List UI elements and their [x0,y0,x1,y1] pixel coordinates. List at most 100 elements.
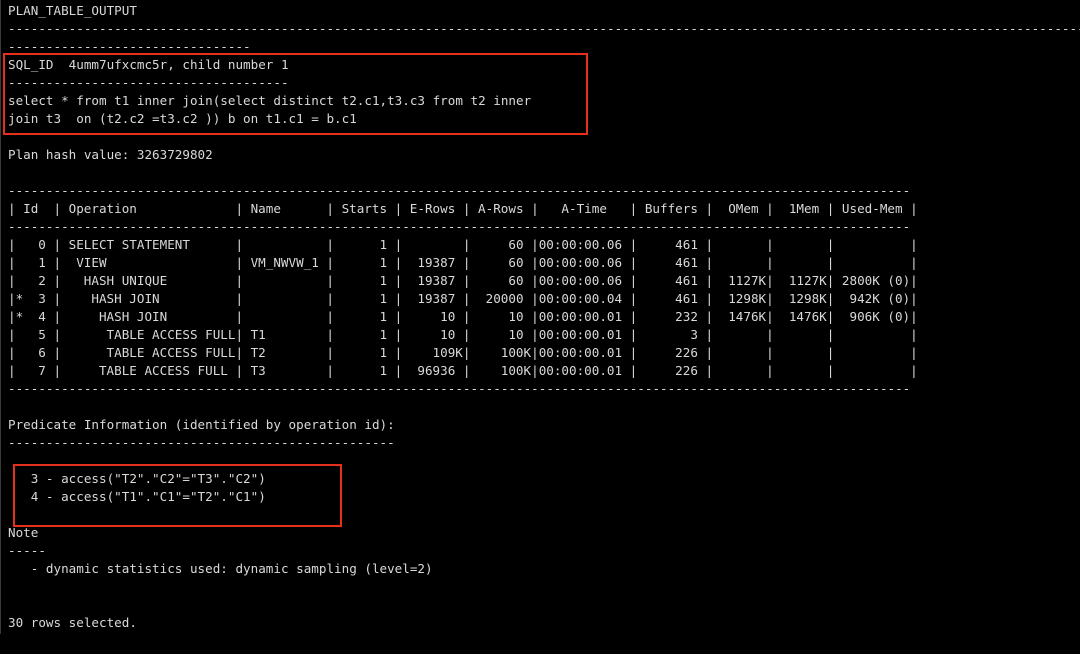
cell-a-rows: 20000 [485,291,524,306]
column-divider: | [326,363,334,378]
plan-table-body: | 0 | SELECT STATEMENT | | 1 | | 60 |00:00:00.06 | 4… [8,236,1080,380]
cell-a-time: 00:00:00.04 [538,291,623,306]
separator: -------------------------------- [8,39,251,54]
column-divider: | [326,309,334,324]
column-divider: | [766,273,774,288]
column-divider: | [394,327,403,342]
column-header-a-rows: A-Rows [478,201,524,216]
cell-omem: 1127K [728,273,767,288]
column-divider: | [826,201,835,216]
operation-id: 1 [38,255,46,270]
operation-id: 4 [38,309,46,324]
cell-e-rows: 10 [440,309,456,324]
column-header-starts: Starts [341,201,388,216]
column-divider: | [462,327,471,342]
column-divider: | [235,363,244,378]
cell-a-rows: 100K [500,345,532,360]
column-header-id: Id [23,201,39,216]
column-divider: | [629,273,638,288]
cell-buffers: 232 [675,309,698,324]
column-divider: | [235,309,244,324]
column-divider: | [394,255,403,270]
column-divider: | [766,345,774,360]
cell-a-time: 00:00:00.06 [538,255,623,270]
column-divider: | [53,237,62,252]
column-divider: | [531,273,539,288]
column-divider: | [394,291,403,306]
cell-a-time: 00:00:00.01 [538,327,623,342]
column-divider: | [910,309,918,324]
column-divider: | [766,363,774,378]
column-divider: | [826,273,835,288]
separator: ----------------------------------------… [8,435,395,450]
column-divider: | [8,291,16,306]
sql-query-line: select * from t1 inner join(select disti… [8,93,532,108]
cell-e-rows: 10 [440,327,456,342]
column-divider: | [910,345,918,360]
separator: ----------------------------------------… [8,21,1080,36]
plan-hash-value: Plan hash value: 3263729802 [8,147,213,162]
column-divider: | [826,291,835,306]
cell-operation: TABLE ACCESS FULL [98,363,228,378]
table-row: | 2 | HASH UNIQUE | | 1 | 19387 | 60 |00:00:00.06 | 4… [8,272,1080,290]
column-divider: | [826,363,835,378]
predicate-item: 4 - access("T1"."C1"="T2"."C1") [8,489,266,504]
table-row: | 1 | VIEW | VM_NWVW_1 | 1 | 19387 | 60 |00:00:00.06… [8,254,1080,272]
column-divider: | [531,237,539,252]
cell-used-mem: 2800K (0) [841,273,911,288]
operation-id: 7 [38,363,46,378]
column-divider: | [462,291,471,306]
column-divider: | [629,327,638,342]
cell-name: T2 [250,345,266,360]
cell-e-rows: 96936 [417,363,456,378]
column-divider: | [531,345,539,360]
cell-name: T1 [250,327,266,342]
column-divider: | [326,273,334,288]
column-divider: | [235,327,244,342]
table-row: | 6 | TABLE ACCESS FULL| T2 | 1 | 109K| 100K|00:0… [8,344,1080,362]
cell-buffers: 3 [690,327,698,342]
cell-id: 0 [16,236,54,254]
column-divider: | [705,363,714,378]
cell-name: T3 [250,363,266,378]
column-divider: | [235,201,244,216]
table-row: |* 4 | HASH JOIN | | 1 | 10 | 10 |00:00:00.01 | 232 | 1… [8,308,1080,326]
cell-buffers: 461 [675,255,698,270]
cell-e-rows: 19387 [417,273,456,288]
cell-a-time: 00:00:00.06 [538,273,623,288]
terminal-output[interactable]: PLAN_TABLE_OUTPUT -----------------------… [0,0,1080,634]
cell-buffers: 461 [675,237,698,252]
column-divider: | [629,363,638,378]
column-divider: | [8,237,16,252]
table-separator: ----------------------------------------… [8,381,911,396]
cell-starts: 1 [379,363,388,378]
column-header-operation: Operation [68,201,137,216]
separator: ------------------------------------- [8,75,289,90]
column-divider: | [53,345,62,360]
column-divider: | [8,201,16,216]
sql-id-line: SQL_ID 4umm7ufxcmc5r, child number 1 [8,57,289,72]
column-divider: | [766,237,774,252]
column-divider: | [705,345,714,360]
column-divider: | [394,345,403,360]
column-divider: | [462,201,471,216]
column-divider: | [705,237,714,252]
column-header-used-mem: Used-Mem [841,201,903,216]
plan-table-header: | Id | Operation | Name | Starts | E-Rows | A-Rows |… [8,200,1080,218]
cell-e-rows: 19387 [417,291,456,306]
cell-id: 7 [16,362,54,380]
column-divider: | [531,291,539,306]
note-item: - dynamic statistics used: dynamic sampl… [8,561,433,576]
table-row: | 0 | SELECT STATEMENT | | 1 | | 60 |00:00:00.06 | 4… [8,236,1080,254]
column-divider: | [705,291,714,306]
column-divider: | [235,345,244,360]
column-divider: | [766,309,774,324]
cell-omem: 1476K [728,309,767,324]
column-divider: | [910,273,918,288]
cell-onemem: 1298K [788,291,827,306]
column-divider: | [826,237,835,252]
column-divider: | [8,309,16,324]
